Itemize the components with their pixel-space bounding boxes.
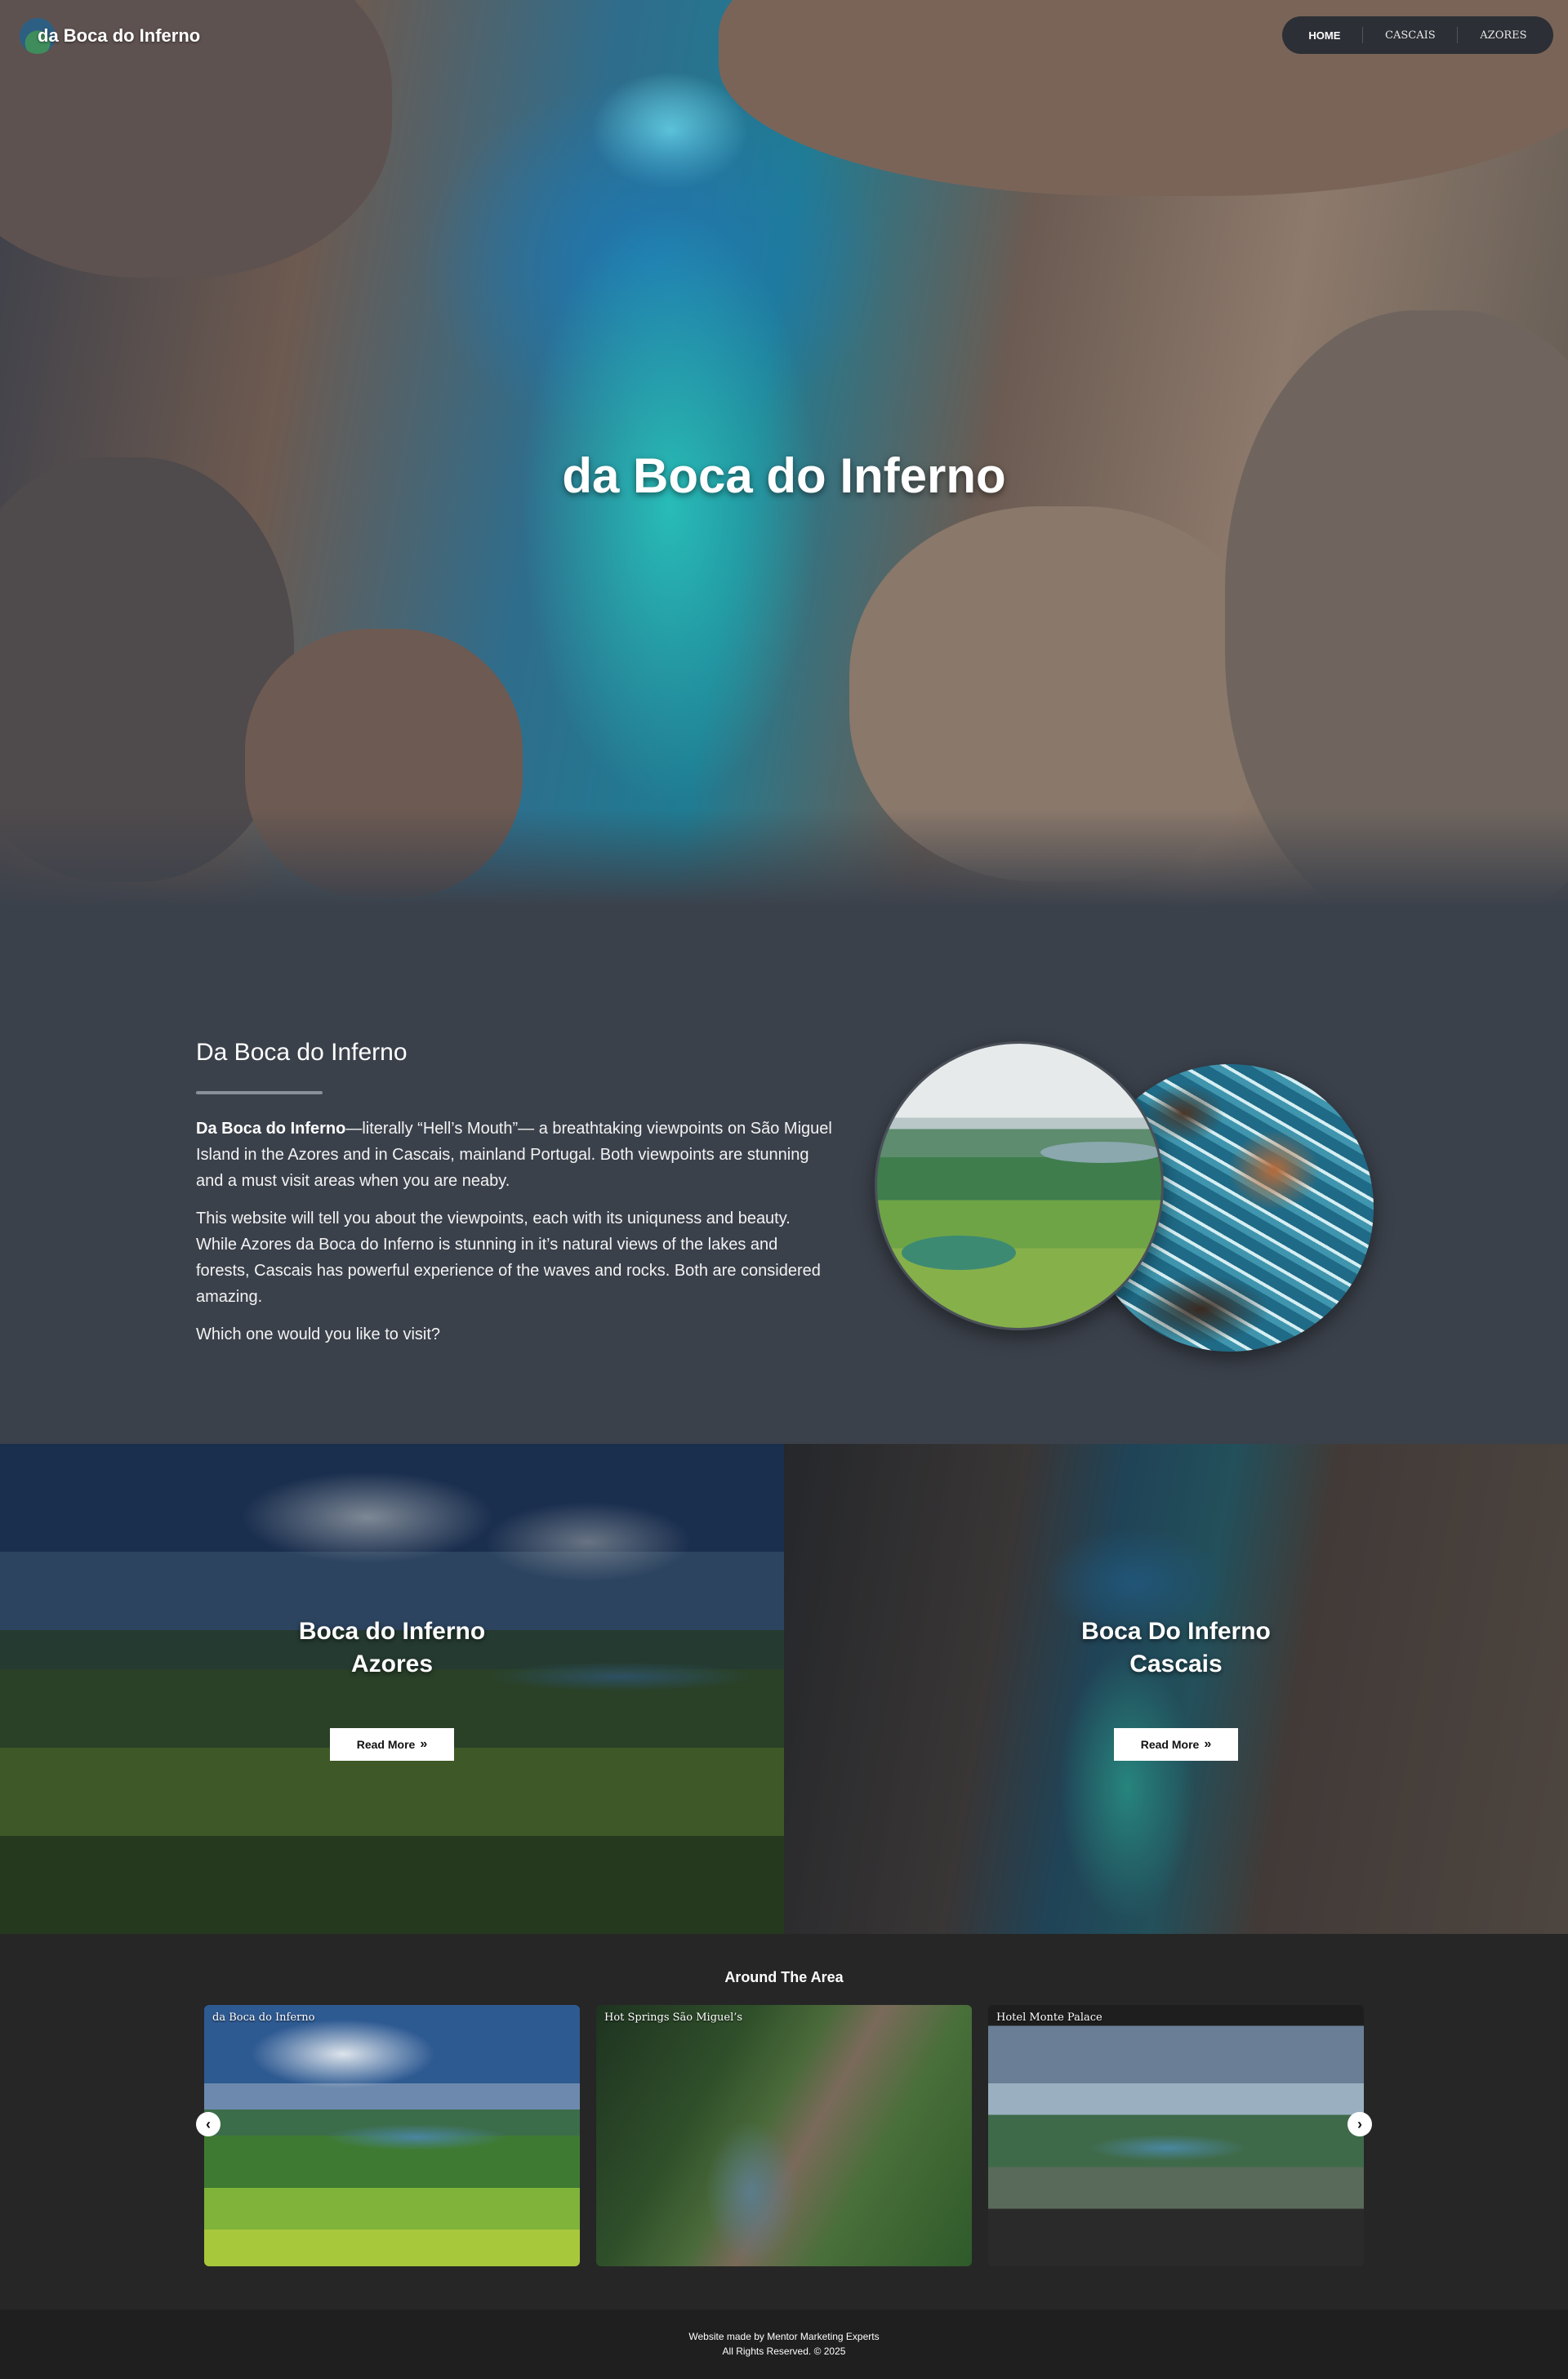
nav-cascais[interactable]: CASCAIS xyxy=(1370,25,1450,47)
hero-section: da Boca do Inferno xyxy=(0,0,1568,907)
carousel-next-button[interactable]: › xyxy=(1348,2112,1372,2136)
cascais-panel[interactable]: Boca Do Inferno Cascais Read More » xyxy=(784,1444,1568,1934)
heading-underline xyxy=(196,1091,323,1094)
read-more-label: Read More xyxy=(1140,1738,1200,1751)
panel-title-line-2: Cascais xyxy=(1129,1651,1223,1677)
intro-bold-name: Da Boca do Inferno xyxy=(196,1120,346,1138)
read-more-label: Read More xyxy=(356,1738,416,1751)
nav-home[interactable]: HOME xyxy=(1294,25,1355,47)
cascais-panel-title: Boca Do Inferno Cascais xyxy=(784,1615,1568,1681)
slide-caption: Hot Springs São Miguel’s xyxy=(604,2011,743,2024)
chevron-left-icon: ‹ xyxy=(206,2115,211,2132)
logo-text: da Boca do Inferno xyxy=(38,25,201,46)
azores-circle-image xyxy=(875,1041,1164,1330)
chevron-right-icon: › xyxy=(1357,2115,1362,2132)
nav-divider xyxy=(1362,27,1364,43)
destinations-section: Boca do Inferno Azores Read More » Boca … xyxy=(0,1444,1568,1934)
footer-copyright: All Rights Reserved. © 2025 xyxy=(722,2346,846,2357)
site-footer: Website made by Mentor Marketing Experts… xyxy=(0,2310,1568,2379)
double-chevron-right-icon: » xyxy=(1204,1737,1212,1751)
double-chevron-right-icon: » xyxy=(420,1737,428,1751)
carousel-prev-button[interactable]: ‹ xyxy=(196,2112,220,2136)
azores-read-more-button[interactable]: Read More » xyxy=(330,1728,454,1761)
carousel-slide[interactable]: Hot Springs São Miguel’s xyxy=(596,2005,972,2266)
around-the-area-section: Around The Area da Boca do Inferno Hot S… xyxy=(0,1934,1568,2310)
main-nav: HOME CASCAIS AZORES xyxy=(1282,16,1553,54)
hero-title: da Boca do Inferno xyxy=(562,448,1006,503)
azores-panel[interactable]: Boca do Inferno Azores Read More » xyxy=(0,1444,784,1934)
lake-shape xyxy=(902,1236,1016,1270)
panel-overlay xyxy=(784,1444,1568,1934)
intro-heading: Da Boca do Inferno xyxy=(196,1039,408,1066)
intro-section: Da Boca do Inferno Da Boca do Inferno—li… xyxy=(0,907,1568,1444)
intro-body: Da Boca do Inferno—literally “Hell’s Mou… xyxy=(196,1116,833,1359)
intro-paragraph-1: Da Boca do Inferno—literally “Hell’s Mou… xyxy=(196,1116,833,1194)
panel-title-line-1: Boca Do Inferno xyxy=(1081,1618,1271,1645)
panel-title-line-1: Boca do Inferno xyxy=(298,1618,486,1645)
site-logo[interactable]: da Boca do Inferno xyxy=(20,18,200,54)
slide-caption: da Boca do Inferno xyxy=(212,2011,315,2024)
lake-shape xyxy=(1040,1142,1161,1163)
panel-overlay xyxy=(0,1444,784,1934)
around-title: Around The Area xyxy=(724,1969,844,1985)
azores-panel-title: Boca do Inferno Azores xyxy=(0,1615,784,1681)
nav-divider xyxy=(1457,27,1459,43)
nav-azores[interactable]: AZORES xyxy=(1465,25,1541,47)
cascais-read-more-button[interactable]: Read More » xyxy=(1114,1728,1238,1761)
carousel-slide[interactable]: da Boca do Inferno xyxy=(204,2005,580,2266)
intro-paragraph-2: This website will tell you about the vie… xyxy=(196,1210,821,1306)
footer-credit: Website made by Mentor Marketing Experts xyxy=(688,2331,880,2342)
carousel-slide[interactable]: Hotel Monte Palace xyxy=(988,2005,1364,2266)
intro-paragraph-3: Which one would you like to visit? xyxy=(196,1325,441,1343)
hero-fade xyxy=(0,809,1568,907)
slide-caption: Hotel Monte Palace xyxy=(996,2011,1102,2024)
panel-title-line-2: Azores xyxy=(350,1651,434,1677)
